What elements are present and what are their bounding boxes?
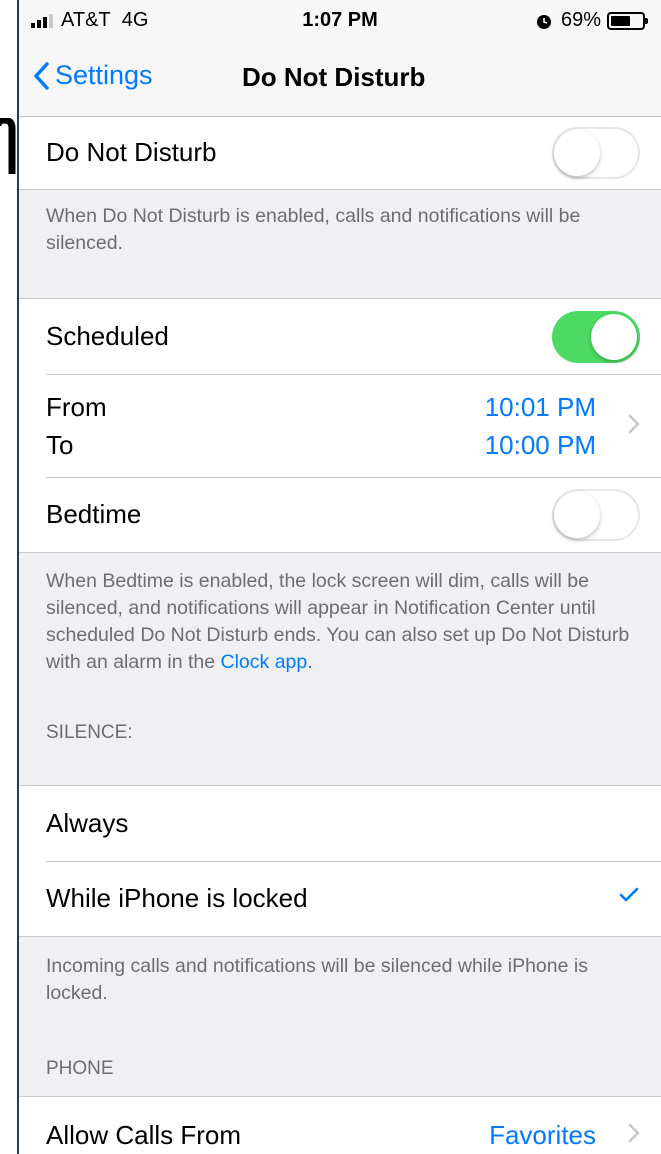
toggle-knob [554, 492, 600, 538]
silence-footer: Incoming calls and notifications will be… [46, 955, 588, 1004]
allow-calls-row[interactable]: Allow Calls From Favorites [19, 1097, 661, 1154]
clock-app-link[interactable]: Clock app. [221, 651, 313, 673]
checkmark-icon [619, 887, 639, 902]
silence-section-header: SILENCE: [46, 722, 133, 743]
schedule-group: Scheduled From To 10:01 PM 10:00 PM Bedt… [19, 298, 661, 553]
dnd-footer: When Do Not Disturb is enabled, calls an… [46, 205, 581, 254]
navigation-bar: Settings Do Not Disturb [19, 42, 661, 117]
silence-group: Always While iPhone is locked [19, 785, 661, 937]
dnd-toggle[interactable] [552, 127, 640, 179]
status-right: 69% [535, 9, 648, 32]
from-time: 10:01 PM [484, 392, 596, 422]
silence-option-locked[interactable]: While iPhone is locked [19, 861, 661, 936]
toggle-knob [591, 314, 637, 360]
allow-calls-label: Allow Calls From [46, 1120, 242, 1150]
chevron-left-icon [34, 61, 49, 90]
bedtime-label: Bedtime [46, 499, 142, 529]
bedtime-footer: When Bedtime is enabled, the lock screen… [46, 568, 646, 676]
allow-calls-value: Favorites [489, 1120, 596, 1150]
back-button[interactable]: Settings [33, 60, 153, 91]
from-label: From [46, 392, 107, 422]
battery-percent: 69% [560, 9, 601, 31]
toggle-knob [554, 130, 600, 176]
battery-icon [607, 11, 648, 30]
bedtime-row[interactable]: Bedtime [19, 477, 661, 552]
dnd-group: Do Not Disturb [19, 116, 661, 190]
scheduled-label: Scheduled [46, 321, 169, 351]
scheduled-toggle[interactable] [552, 311, 640, 363]
back-button-label: Settings [55, 60, 153, 90]
phone-section-header: PHONE [46, 1058, 114, 1079]
chevron-right-icon [628, 414, 640, 434]
status-bar: AT&T 4G 1:07 PM 69% [19, 0, 661, 42]
alarm-clock-icon [536, 14, 551, 29]
scheduled-row[interactable]: Scheduled [19, 299, 661, 374]
bedtime-toggle[interactable] [552, 489, 640, 541]
battery-fill [611, 15, 630, 26]
page-title: Do Not Disturb [242, 62, 426, 92]
phone-group: Allow Calls From Favorites [19, 1096, 661, 1154]
silence-option-always[interactable]: Always [19, 786, 661, 861]
to-time: 10:00 PM [484, 430, 596, 460]
to-label: To [46, 430, 74, 460]
chevron-right-icon [628, 1123, 640, 1143]
settings-screen: AT&T 4G 1:07 PM 69% Settings Do Not Dist… [19, 0, 661, 1154]
dnd-row[interactable]: Do Not Disturb [19, 117, 661, 189]
dnd-label: Do Not Disturb [46, 137, 217, 167]
option-label: Always [46, 808, 129, 838]
option-label: While iPhone is locked [46, 883, 308, 913]
schedule-time-row[interactable]: From To 10:01 PM 10:00 PM [19, 374, 661, 477]
partial-edge-glyph [0, 118, 17, 182]
bedtime-footer-text: When Bedtime is enabled, the lock screen… [46, 570, 630, 673]
